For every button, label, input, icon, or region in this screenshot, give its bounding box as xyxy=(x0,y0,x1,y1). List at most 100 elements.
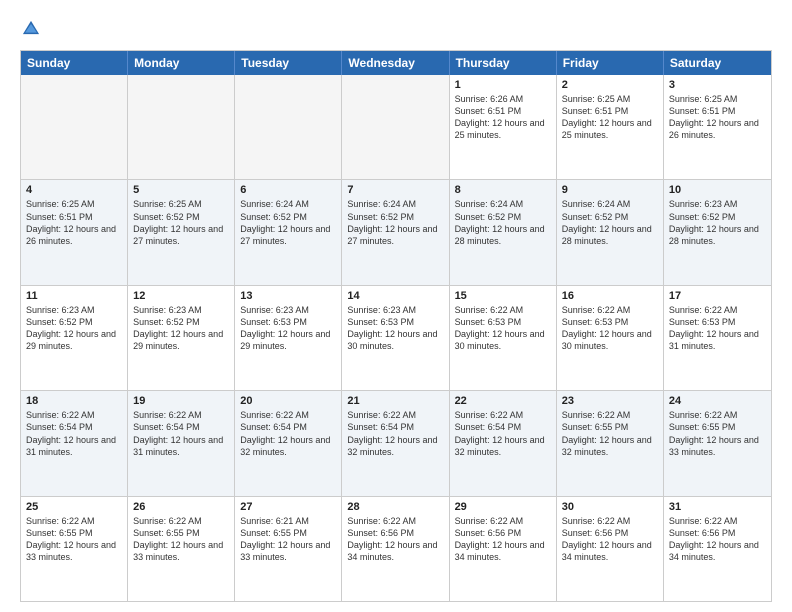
day-number: 29 xyxy=(455,501,551,513)
cell-content: Sunrise: 6:22 AMSunset: 6:56 PMDaylight:… xyxy=(562,515,658,564)
cell-content: Sunrise: 6:22 AMSunset: 6:54 PMDaylight:… xyxy=(347,409,443,458)
calendar: SundayMondayTuesdayWednesdayThursdayFrid… xyxy=(20,50,772,602)
cell-content: Sunrise: 6:22 AMSunset: 6:54 PMDaylight:… xyxy=(133,409,229,458)
cell-content: Sunrise: 6:24 AMSunset: 6:52 PMDaylight:… xyxy=(455,198,551,247)
day-cell-13: 13 Sunrise: 6:23 AMSunset: 6:53 PMDaylig… xyxy=(235,286,342,390)
day-number: 5 xyxy=(133,184,229,196)
day-cell-25: 25 Sunrise: 6:22 AMSunset: 6:55 PMDaylig… xyxy=(21,497,128,601)
day-cell-17: 17 Sunrise: 6:22 AMSunset: 6:53 PMDaylig… xyxy=(664,286,771,390)
cell-content: Sunrise: 6:22 AMSunset: 6:56 PMDaylight:… xyxy=(669,515,766,564)
day-cell-28: 28 Sunrise: 6:22 AMSunset: 6:56 PMDaylig… xyxy=(342,497,449,601)
day-header-wednesday: Wednesday xyxy=(342,51,449,75)
header xyxy=(20,18,772,40)
cell-content: Sunrise: 6:22 AMSunset: 6:55 PMDaylight:… xyxy=(562,409,658,458)
day-number: 28 xyxy=(347,501,443,513)
day-number: 30 xyxy=(562,501,658,513)
cell-content: Sunrise: 6:22 AMSunset: 6:54 PMDaylight:… xyxy=(455,409,551,458)
day-number: 10 xyxy=(669,184,766,196)
cell-content: Sunrise: 6:22 AMSunset: 6:53 PMDaylight:… xyxy=(562,304,658,353)
calendar-week-3: 11 Sunrise: 6:23 AMSunset: 6:52 PMDaylig… xyxy=(21,286,771,391)
calendar-week-5: 25 Sunrise: 6:22 AMSunset: 6:55 PMDaylig… xyxy=(21,497,771,601)
day-cell-6: 6 Sunrise: 6:24 AMSunset: 6:52 PMDayligh… xyxy=(235,180,342,284)
day-cell-4: 4 Sunrise: 6:25 AMSunset: 6:51 PMDayligh… xyxy=(21,180,128,284)
day-number: 24 xyxy=(669,395,766,407)
cell-content: Sunrise: 6:23 AMSunset: 6:53 PMDaylight:… xyxy=(240,304,336,353)
day-cell-9: 9 Sunrise: 6:24 AMSunset: 6:52 PMDayligh… xyxy=(557,180,664,284)
day-header-friday: Friday xyxy=(557,51,664,75)
cell-content: Sunrise: 6:22 AMSunset: 6:54 PMDaylight:… xyxy=(240,409,336,458)
cell-content: Sunrise: 6:22 AMSunset: 6:53 PMDaylight:… xyxy=(455,304,551,353)
cell-content: Sunrise: 6:24 AMSunset: 6:52 PMDaylight:… xyxy=(240,198,336,247)
day-cell-12: 12 Sunrise: 6:23 AMSunset: 6:52 PMDaylig… xyxy=(128,286,235,390)
day-number: 1 xyxy=(455,79,551,91)
day-cell-10: 10 Sunrise: 6:23 AMSunset: 6:52 PMDaylig… xyxy=(664,180,771,284)
day-cell-14: 14 Sunrise: 6:23 AMSunset: 6:53 PMDaylig… xyxy=(342,286,449,390)
day-cell-3: 3 Sunrise: 6:25 AMSunset: 6:51 PMDayligh… xyxy=(664,75,771,179)
day-cell-24: 24 Sunrise: 6:22 AMSunset: 6:55 PMDaylig… xyxy=(664,391,771,495)
day-header-tuesday: Tuesday xyxy=(235,51,342,75)
day-number: 21 xyxy=(347,395,443,407)
day-cell-5: 5 Sunrise: 6:25 AMSunset: 6:52 PMDayligh… xyxy=(128,180,235,284)
empty-cell xyxy=(235,75,342,179)
day-number: 8 xyxy=(455,184,551,196)
day-cell-16: 16 Sunrise: 6:22 AMSunset: 6:53 PMDaylig… xyxy=(557,286,664,390)
cell-content: Sunrise: 6:25 AMSunset: 6:51 PMDaylight:… xyxy=(562,93,658,142)
day-number: 4 xyxy=(26,184,122,196)
day-cell-11: 11 Sunrise: 6:23 AMSunset: 6:52 PMDaylig… xyxy=(21,286,128,390)
day-number: 16 xyxy=(562,290,658,302)
day-number: 23 xyxy=(562,395,658,407)
day-cell-8: 8 Sunrise: 6:24 AMSunset: 6:52 PMDayligh… xyxy=(450,180,557,284)
day-number: 20 xyxy=(240,395,336,407)
day-number: 27 xyxy=(240,501,336,513)
cell-content: Sunrise: 6:25 AMSunset: 6:51 PMDaylight:… xyxy=(26,198,122,247)
day-number: 9 xyxy=(562,184,658,196)
empty-cell xyxy=(128,75,235,179)
calendar-week-2: 4 Sunrise: 6:25 AMSunset: 6:51 PMDayligh… xyxy=(21,180,771,285)
day-cell-26: 26 Sunrise: 6:22 AMSunset: 6:55 PMDaylig… xyxy=(128,497,235,601)
calendar-week-4: 18 Sunrise: 6:22 AMSunset: 6:54 PMDaylig… xyxy=(21,391,771,496)
day-number: 18 xyxy=(26,395,122,407)
day-header-thursday: Thursday xyxy=(450,51,557,75)
page: SundayMondayTuesdayWednesdayThursdayFrid… xyxy=(0,0,792,612)
calendar-body: 1 Sunrise: 6:26 AMSunset: 6:51 PMDayligh… xyxy=(21,75,771,601)
day-number: 7 xyxy=(347,184,443,196)
cell-content: Sunrise: 6:25 AMSunset: 6:52 PMDaylight:… xyxy=(133,198,229,247)
day-header-monday: Monday xyxy=(128,51,235,75)
cell-content: Sunrise: 6:23 AMSunset: 6:52 PMDaylight:… xyxy=(26,304,122,353)
day-number: 2 xyxy=(562,79,658,91)
day-number: 15 xyxy=(455,290,551,302)
day-number: 31 xyxy=(669,501,766,513)
cell-content: Sunrise: 6:25 AMSunset: 6:51 PMDaylight:… xyxy=(669,93,766,142)
day-number: 26 xyxy=(133,501,229,513)
day-cell-1: 1 Sunrise: 6:26 AMSunset: 6:51 PMDayligh… xyxy=(450,75,557,179)
day-cell-20: 20 Sunrise: 6:22 AMSunset: 6:54 PMDaylig… xyxy=(235,391,342,495)
cell-content: Sunrise: 6:24 AMSunset: 6:52 PMDaylight:… xyxy=(562,198,658,247)
day-cell-19: 19 Sunrise: 6:22 AMSunset: 6:54 PMDaylig… xyxy=(128,391,235,495)
day-cell-23: 23 Sunrise: 6:22 AMSunset: 6:55 PMDaylig… xyxy=(557,391,664,495)
cell-content: Sunrise: 6:22 AMSunset: 6:55 PMDaylight:… xyxy=(26,515,122,564)
day-cell-18: 18 Sunrise: 6:22 AMSunset: 6:54 PMDaylig… xyxy=(21,391,128,495)
cell-content: Sunrise: 6:23 AMSunset: 6:52 PMDaylight:… xyxy=(669,198,766,247)
day-cell-27: 27 Sunrise: 6:21 AMSunset: 6:55 PMDaylig… xyxy=(235,497,342,601)
day-cell-7: 7 Sunrise: 6:24 AMSunset: 6:52 PMDayligh… xyxy=(342,180,449,284)
day-cell-22: 22 Sunrise: 6:22 AMSunset: 6:54 PMDaylig… xyxy=(450,391,557,495)
cell-content: Sunrise: 6:24 AMSunset: 6:52 PMDaylight:… xyxy=(347,198,443,247)
day-number: 17 xyxy=(669,290,766,302)
day-number: 12 xyxy=(133,290,229,302)
empty-cell xyxy=(342,75,449,179)
day-number: 19 xyxy=(133,395,229,407)
day-cell-30: 30 Sunrise: 6:22 AMSunset: 6:56 PMDaylig… xyxy=(557,497,664,601)
day-cell-31: 31 Sunrise: 6:22 AMSunset: 6:56 PMDaylig… xyxy=(664,497,771,601)
day-number: 22 xyxy=(455,395,551,407)
day-cell-21: 21 Sunrise: 6:22 AMSunset: 6:54 PMDaylig… xyxy=(342,391,449,495)
day-header-saturday: Saturday xyxy=(664,51,771,75)
day-number: 14 xyxy=(347,290,443,302)
empty-cell xyxy=(21,75,128,179)
day-cell-29: 29 Sunrise: 6:22 AMSunset: 6:56 PMDaylig… xyxy=(450,497,557,601)
day-cell-2: 2 Sunrise: 6:25 AMSunset: 6:51 PMDayligh… xyxy=(557,75,664,179)
day-number: 13 xyxy=(240,290,336,302)
logo-icon xyxy=(20,18,42,40)
cell-content: Sunrise: 6:23 AMSunset: 6:52 PMDaylight:… xyxy=(133,304,229,353)
cell-content: Sunrise: 6:22 AMSunset: 6:55 PMDaylight:… xyxy=(669,409,766,458)
day-header-sunday: Sunday xyxy=(21,51,128,75)
